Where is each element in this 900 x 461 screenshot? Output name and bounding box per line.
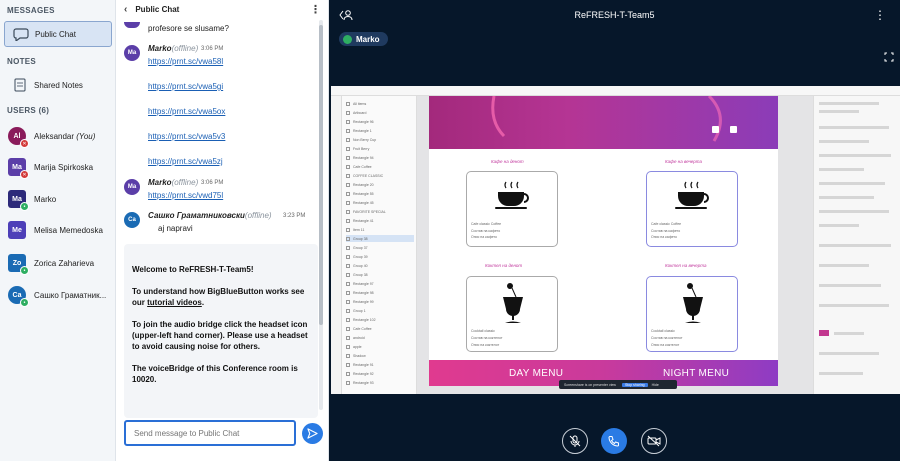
sidebar-item-label: Shared Notes: [34, 80, 83, 90]
message-author: Marko(offline): [148, 44, 199, 53]
user-name: Сашко Граматник...: [34, 290, 107, 300]
design-app-tools: [331, 96, 342, 394]
presenter-icon: [343, 34, 352, 44]
leave-audio-button[interactable]: [601, 428, 627, 454]
user-name: Aleksandar: [34, 131, 75, 141]
message-author: Marko(offline): [148, 178, 199, 187]
presenter-indicator[interactable]: Marko: [339, 32, 388, 46]
notes-icon: [10, 75, 30, 95]
avatar: [124, 22, 140, 28]
users-section-title: USERS (6): [7, 106, 50, 115]
avatar: Ma •: [8, 190, 29, 211]
message-time: 3:06 PM: [201, 46, 224, 52]
properties-panel: [813, 96, 900, 394]
user-name: Melisa Memedoska: [34, 225, 103, 235]
message-author: Сашко Граматниковски(offline): [148, 211, 272, 220]
screenshare-toast: Screenshare is on presenter view Stop sh…: [559, 380, 677, 389]
day-menu-label: DAY MENU: [509, 368, 564, 379]
sidebar-item-label: Public Chat: [35, 29, 76, 39]
send-button[interactable]: [302, 423, 323, 444]
menu-card: Cocktail classic Состав на коктелот Опис…: [466, 276, 558, 352]
chevron-left-icon[interactable]: ‹: [124, 4, 127, 15]
layers-panel: All items Artboard Rectangle 96 Rectangl…: [342, 96, 417, 394]
message-time: 3:23 PM: [283, 213, 306, 219]
messages-section-title: MESSAGES: [7, 6, 55, 15]
user-item-aleksandar[interactable]: Al ✕ Aleksandar (You): [8, 124, 95, 148]
sidebar-item-public-chat[interactable]: Public Chat: [4, 21, 112, 47]
design-app-toolbar: [331, 86, 900, 96]
muted-mic-icon: [569, 435, 581, 447]
screenshare-view: All items Artboard Rectangle 96 Rectangl…: [331, 86, 900, 394]
avatar: Zo •: [8, 254, 29, 275]
message-link[interactable]: https://prnt.sc/vwa5gi: [148, 82, 223, 91]
user-name: Marko: [34, 194, 57, 204]
mic-icon: •: [20, 202, 29, 211]
menu-card: Cocktail classic Состав на коктелот Опис…: [646, 276, 738, 352]
share-webcam-button[interactable]: [641, 428, 667, 454]
message-time: 3:06 PM: [201, 180, 224, 186]
message-text: profesore se slusame?: [148, 24, 229, 33]
mic-icon: •: [20, 266, 29, 275]
muted-mic-icon: ✕: [20, 170, 29, 179]
message-text: aj napravi: [158, 224, 193, 233]
main-area: ReFRESH-T-Team5 ⋮ Marko All items Artboa…: [329, 0, 900, 461]
avatar: Са •: [8, 286, 29, 307]
send-icon: [307, 428, 318, 439]
fullscreen-icon[interactable]: [884, 52, 894, 65]
hide-button[interactable]: Hide: [652, 383, 659, 387]
avatar: Ma: [124, 179, 140, 195]
avatar: Ma: [124, 45, 140, 61]
notes-section-title: NOTES: [7, 57, 37, 66]
chat-title: Public Chat: [135, 4, 180, 14]
avatar: Ma ✕: [8, 158, 29, 179]
menu-card: Cafe classic Coffee Состав на кафето Опи…: [646, 171, 738, 247]
message-link[interactable]: https://prnt.sc/vwa58l: [148, 57, 223, 66]
stop-sharing-button[interactable]: Stop sharing: [621, 382, 648, 387]
user-name: Marija Spirkoska: [34, 162, 94, 172]
message-link[interactable]: https://prnt.sc/vwa5zj: [148, 157, 223, 166]
mic-icon: •: [20, 298, 29, 307]
welcome-message: Welcome to ReFRESH-T-Team5! To understan…: [124, 244, 318, 418]
message-link[interactable]: https://prnt.sc/vwd75l: [148, 191, 223, 200]
message-link[interactable]: https://prnt.sc/vwa5v3: [148, 132, 225, 141]
artboard-banner: [429, 96, 778, 149]
menu-card: Cafe classic Coffee Состав на кафето Опи…: [466, 171, 558, 247]
message-link[interactable]: https://prnt.sc/vwa5ox: [148, 107, 225, 116]
chat-bubble-icon: [11, 24, 31, 44]
design-canvas: Кафе на денот Кафе на вечерта Cafe class…: [417, 96, 813, 394]
chat-panel: ‹ Public Chat ⋮ profesore se slusame? Ma…: [116, 0, 329, 461]
phone-icon: [608, 436, 619, 447]
meeting-title: ReFRESH-T-Team5: [574, 10, 655, 20]
user-item-marko[interactable]: Ma • Marko: [8, 187, 56, 211]
user-item-sashko[interactable]: Са • Сашко Граматник...: [8, 283, 106, 307]
user-item-zorica[interactable]: Zo • Zorica Zaharieva: [8, 251, 94, 275]
more-options-icon[interactable]: ⋮: [874, 8, 886, 22]
muted-mic-icon: ✕: [20, 139, 29, 148]
you-label: (You): [76, 131, 96, 141]
sidebar-item-shared-notes[interactable]: Shared Notes: [4, 72, 112, 98]
sidebar: MESSAGES Public Chat NOTES Shared Notes …: [0, 0, 116, 461]
chat-message-input[interactable]: [124, 420, 296, 446]
user-name: Zorica Zaharieva: [34, 258, 95, 268]
more-options-icon[interactable]: ⋮: [310, 3, 321, 16]
avatar: Me: [8, 221, 26, 239]
tutorial-videos-link[interactable]: tutorial videos: [147, 298, 202, 307]
avatar: Al ✕: [8, 127, 29, 148]
user-item-melisa[interactable]: Me Melisa Memedoska: [8, 218, 103, 242]
user-item-marija[interactable]: Ma ✕ Marija Spirkoska: [8, 155, 93, 179]
chat-scrollbar-thumb[interactable]: [319, 25, 323, 325]
night-menu-label: NIGHT MENU: [663, 368, 730, 379]
avatar: Са: [124, 212, 140, 228]
unmute-button[interactable]: [562, 428, 588, 454]
artboard: Кафе на денот Кафе на вечерта Cafe class…: [429, 96, 778, 386]
chat-header: ‹ Public Chat ⋮: [116, 0, 329, 18]
video-off-icon: [647, 435, 661, 447]
